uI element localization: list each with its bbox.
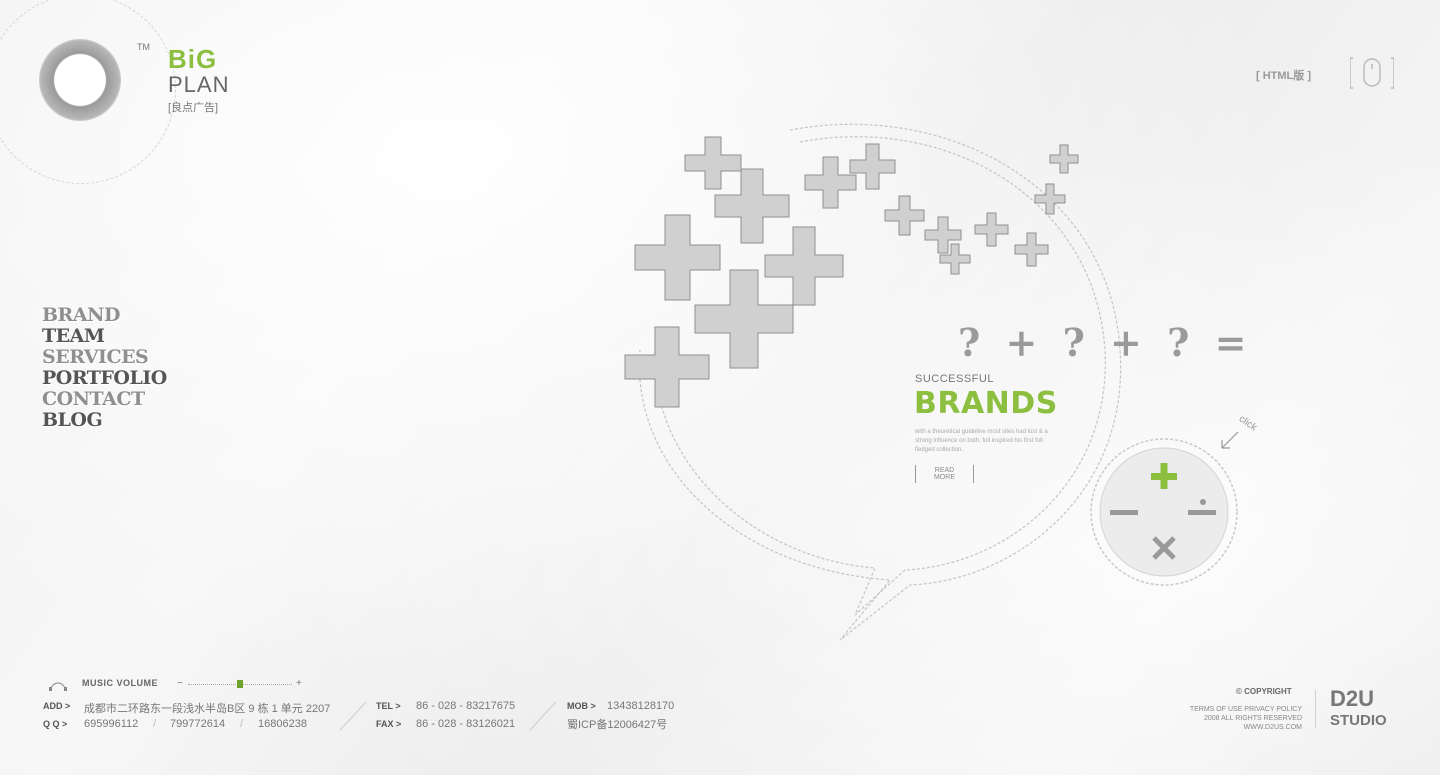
address-label: ADD > [43,701,71,711]
brands-heading: BRANDS [914,386,1058,421]
qq-number-3[interactable]: 16806238 [258,718,307,730]
equation-heading: ? + ? + ? = [958,320,1253,365]
nav-item-portfolio[interactable]: PORTFOLIO [42,368,167,389]
read-more-line-1: READ [934,467,955,474]
brand-logo-big[interactable]: BiG [168,46,217,72]
footer-divider [1315,690,1316,728]
music-volume-label: MUSIC VOLUME [82,678,159,688]
headphones-icon[interactable] [43,680,73,692]
volume-down-button[interactable]: − [177,678,183,689]
read-more-button[interactable]: READ MORE [915,465,974,483]
qq-number-2[interactable]: 799772614 [170,718,225,730]
qq-label: Q Q > [43,719,68,729]
qq-separator: / [240,718,244,730]
tel-label: TEL > [376,701,401,711]
html-version-link[interactable]: [ HTML版 ] [1256,67,1311,83]
divider-slash [529,701,557,731]
hero-blurb: with a theoretical guideline most sites … [915,429,1048,453]
rights-reserved: 2008 ALL RIGHTS RESERVED [1203,715,1302,722]
successful-label: SUCCESSFUL [915,373,994,385]
arrow-icon [1221,431,1239,449]
volume-up-button[interactable]: + [296,678,302,689]
address-value: 成都市二环路东一段浅水半岛B区 9 栋 1 单元 2207 [84,703,331,715]
divider-slash [339,701,367,731]
studio-logo-top[interactable]: D2U [1330,688,1374,710]
qq-separator: / [153,718,157,730]
tel-value: 86 - 028 - 83217675 [416,700,516,712]
mouse-icon[interactable] [1350,56,1394,90]
logo-bubble-icon[interactable] [40,40,120,120]
read-more-line-2: MORE [934,474,955,481]
nav-item-team[interactable]: TEAM [42,326,167,347]
site-url[interactable]: WWW.D2US.COM [1188,723,1302,732]
operator-wheel[interactable] [1088,436,1240,588]
copyright-label: © COPYRIGHT [1236,687,1292,696]
terms-block: TERMS OF USE PRIVACY POLICY 2008 ALL RIG… [1188,705,1302,732]
mob-value: 13438128170 [607,700,675,712]
brand-logo-plan[interactable]: PLAN [168,74,229,96]
trademark-mark: TM [137,42,150,52]
studio-logo-bottom[interactable]: STUDIO [1330,712,1387,729]
fax-value: 86 - 028 - 83126021 [416,718,516,730]
nav-item-brand[interactable]: BRAND [42,305,167,326]
volume-slider-knob[interactable] [237,680,243,688]
main-nav: BRAND TEAM SERVICES PORTFOLIO CONTACT BL… [42,305,167,431]
nav-item-contact[interactable]: CONTACT [42,389,167,410]
nav-item-blog[interactable]: BLOG [42,410,167,431]
brand-logo-cn: [良点广告] [168,102,219,114]
icp-license[interactable]: 蜀ICP备12006427号 [567,716,667,732]
qq-number-1[interactable]: 695996112 [84,718,138,730]
mob-label: MOB > [567,701,596,711]
terms-links[interactable]: TERMS OF USE PRIVACY POLICY [1188,705,1302,714]
nav-item-services[interactable]: SERVICES [42,347,167,368]
fax-label: FAX > [376,719,402,729]
